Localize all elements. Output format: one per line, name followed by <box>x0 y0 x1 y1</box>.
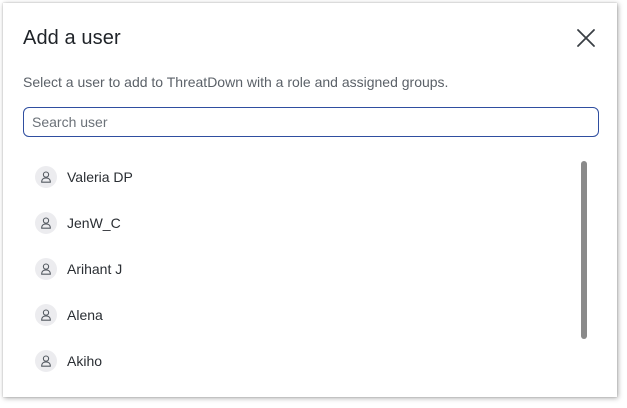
search-input[interactable] <box>24 108 598 136</box>
user-name: Akiho <box>67 353 103 369</box>
avatar <box>35 166 57 188</box>
close-icon <box>577 29 595 47</box>
scrollbar-thumb[interactable] <box>581 161 587 339</box>
user-name: Alena <box>67 307 103 323</box>
dialog-title: Add a user <box>23 27 121 49</box>
user-list-scrollbar[interactable] <box>579 161 589 339</box>
add-user-dialog: Add a user Select a user to add to Threa… <box>3 3 617 397</box>
avatar <box>35 350 57 372</box>
close-button[interactable] <box>575 27 597 49</box>
search-field <box>23 107 599 137</box>
list-item-user[interactable]: Arihant J <box>23 249 563 289</box>
user-list: Valeria DP JenW_C Arihant J Alena Akiho <box>23 153 579 395</box>
list-item-user[interactable]: Akiho <box>23 341 563 381</box>
user-icon <box>41 355 51 367</box>
user-icon <box>41 171 51 183</box>
list-item-user[interactable]: Valeria DP <box>23 157 563 197</box>
user-name: Arihant J <box>67 261 123 277</box>
avatar <box>35 304 57 326</box>
avatar <box>35 258 57 280</box>
user-icon <box>41 217 51 229</box>
user-icon <box>41 263 51 275</box>
avatar <box>35 212 57 234</box>
list-item-user[interactable]: Alena <box>23 295 563 335</box>
user-name: Valeria DP <box>67 169 133 185</box>
user-name: JenW_C <box>67 215 121 231</box>
list-item-user[interactable]: JenW_C <box>23 203 563 243</box>
dialog-subtitle: Select a user to add to ThreatDown with … <box>23 74 449 90</box>
user-icon <box>41 309 51 321</box>
